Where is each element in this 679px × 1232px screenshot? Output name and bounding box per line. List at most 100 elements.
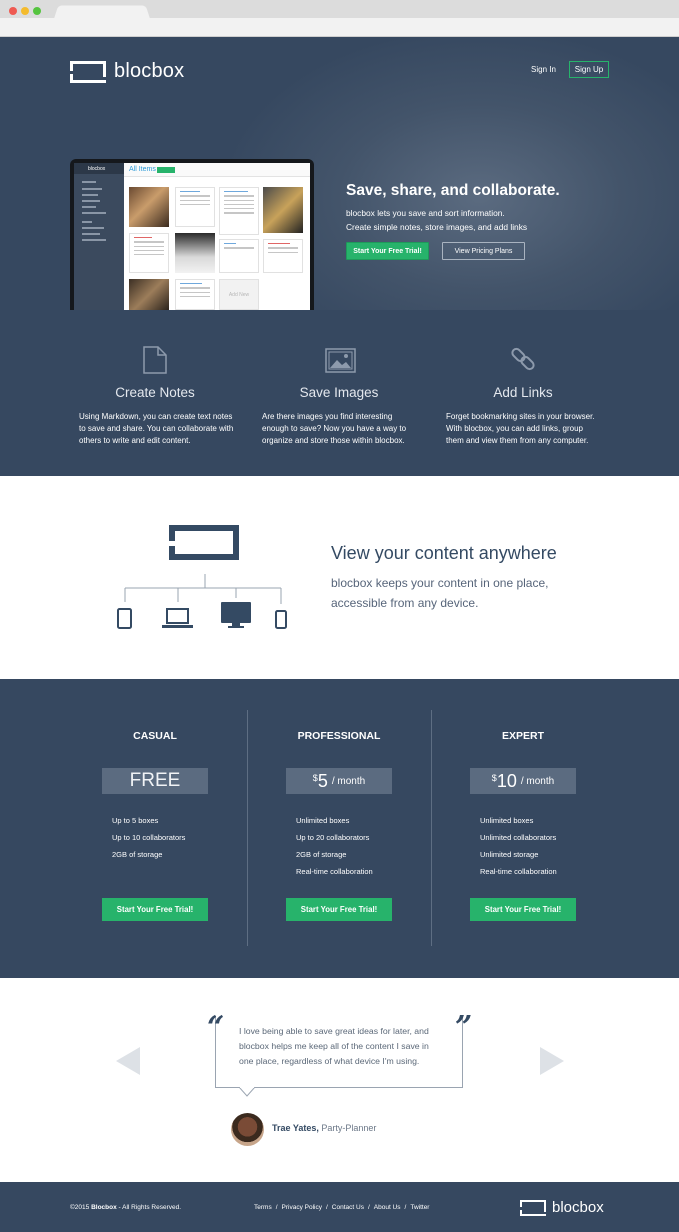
price-period: / month [520, 775, 555, 787]
testimonial-line1: I love being able to save great ideas fo… [239, 1026, 429, 1036]
minimize-window-icon[interactable] [21, 7, 29, 15]
plan-feature: 2GB of storage [112, 850, 163, 859]
next-arrow-icon[interactable] [540, 1047, 564, 1075]
note-card [219, 239, 259, 273]
blocbox-logo-icon [520, 1199, 546, 1216]
quote-bubble-tail [239, 1087, 255, 1097]
devices-diagram [117, 525, 287, 629]
price-amount: 10 [496, 770, 517, 791]
image-card [263, 187, 303, 233]
copyright-suffix: - All Rights Reserved. [116, 1204, 182, 1211]
hero-text-line2: Create simple notes, store images, and a… [346, 222, 528, 232]
feature-text-images: Are there images you find interesting en… [262, 411, 432, 447]
copyright-brand: Blocbox [91, 1204, 117, 1211]
pricing-section [0, 679, 679, 978]
price-casual: FREE [102, 768, 208, 794]
note-card [175, 279, 215, 310]
testimonial-line2: blocbox helps me keep all of the content… [239, 1041, 429, 1051]
copyright: ©2015 Blocbox - All Rights Reserved. [70, 1204, 181, 1211]
note-card [263, 239, 303, 273]
feature-text-line: With blocbox, you can add links, group [446, 424, 583, 433]
price-amount: FREE [129, 770, 181, 791]
brand-name: blocbox [114, 60, 185, 82]
previous-arrow-icon[interactable] [116, 1047, 140, 1075]
note-card [219, 187, 259, 235]
feature-text-line: them and view them from any computer. [446, 436, 589, 445]
blocbox-logo-icon [169, 525, 239, 560]
price-professional: $ 5 / month [286, 768, 392, 794]
link-icon [511, 347, 535, 371]
tablet-icon [117, 608, 132, 629]
sidebar-line [82, 233, 100, 235]
price-amount: 5 [317, 770, 328, 791]
add-new-label: Add New [228, 291, 250, 298]
image-icon [325, 348, 356, 373]
plan-feature: Unlimited boxes [480, 816, 534, 825]
copyright-prefix: ©2015 [70, 1204, 92, 1211]
feature-text-notes: Using Markdown, you can create text note… [79, 411, 249, 447]
feature-title-images: Save Images [299, 385, 379, 400]
plan-feature: Real-time collaboration [480, 867, 557, 876]
plan-feature: Up to 20 collaborators [296, 833, 370, 842]
footer-separator: / [325, 1204, 328, 1211]
plan-feature: Up to 5 boxes [112, 816, 159, 825]
footer-link-contact[interactable]: Contact Us [332, 1204, 364, 1211]
footer-link-about[interactable]: About Us [374, 1204, 401, 1211]
pricing-divider [247, 710, 248, 946]
sidebar-line [82, 194, 98, 196]
close-window-icon[interactable] [9, 7, 17, 15]
feature-text-line: Using Markdown, you can create text note… [79, 412, 233, 421]
feature-text-links: Forget bookmarking sites in your browser… [446, 411, 616, 447]
devices-text-line2: accessible from any device. [331, 596, 479, 610]
expert-free-trial-button[interactable]: Start Your Free Trial! [470, 898, 576, 921]
app-sidebar: blocbox [74, 163, 124, 310]
footer-brand-name: blocbox [552, 1199, 604, 1216]
feature-text-line: Are there images you find interesting [262, 412, 393, 421]
footer-link-twitter[interactable]: Twitter [410, 1204, 429, 1211]
hero-headline: Save, share, and collaborate. [346, 182, 560, 199]
author-role: Party-Planner [318, 1123, 377, 1133]
feature-title-notes: Create Notes [115, 385, 195, 400]
document-icon [143, 346, 167, 374]
browser-chrome [0, 0, 679, 37]
image-card [129, 279, 169, 310]
image-card [129, 187, 169, 227]
sidebar-line [82, 239, 106, 241]
sign-up-button[interactable]: Sign Up [569, 61, 609, 78]
footer-link-terms[interactable]: Terms [254, 1204, 272, 1211]
feature-text-line: organize and store those within blocbox. [262, 436, 405, 445]
phone-icon [275, 610, 287, 629]
image-card [175, 233, 215, 273]
feature-title-links: Add Links [493, 385, 553, 400]
testimonial-line3: one place, regardless of what device I'm… [239, 1056, 420, 1066]
plan-title-casual: CASUAL [133, 730, 177, 742]
sidebar-line [82, 181, 96, 183]
hero-text-line1: blocbox lets you save and sort informati… [346, 208, 505, 218]
site-logo[interactable]: blocbox [70, 60, 184, 83]
sidebar-line [82, 212, 106, 214]
price-period: / month [331, 775, 366, 787]
hero-free-trial-button[interactable]: Start Your Free Trial! [346, 242, 429, 260]
footer-links: Terms / Privacy Policy / Contact Us / Ab… [254, 1204, 429, 1211]
sidebar-line [82, 221, 92, 223]
plan-feature: Up to 10 collaborators [112, 833, 186, 842]
maximize-window-icon[interactable] [33, 7, 41, 15]
casual-free-trial-button[interactable]: Start Your Free Trial! [102, 898, 208, 921]
feature-text-line: others to write and edit content. [79, 436, 191, 445]
sidebar-line [82, 200, 100, 202]
feature-text-line: to save and share. You can collaborate w… [79, 424, 234, 433]
footer-link-privacy[interactable]: Privacy Policy [282, 1204, 322, 1211]
professional-free-trial-button[interactable]: Start Your Free Trial! [286, 898, 392, 921]
sign-in-link[interactable]: Sign In [531, 65, 556, 74]
app-title: All Items [129, 166, 156, 173]
view-pricing-button[interactable]: View Pricing Plans [442, 242, 525, 260]
feature-text-line: enough to save? Now you have a way to [262, 424, 407, 433]
footer-logo[interactable]: blocbox [520, 1199, 604, 1216]
feature-text-line: Forget bookmarking sites in your browser… [446, 412, 595, 421]
footer-separator: / [404, 1204, 407, 1211]
plan-feature: Unlimited collaborators [480, 833, 557, 842]
blocbox-logo-icon [70, 60, 106, 83]
plan-feature: Real-time collaboration [296, 867, 373, 876]
avatar [231, 1113, 264, 1146]
devices-text-line1: blocbox keeps your content in one place, [331, 576, 549, 590]
